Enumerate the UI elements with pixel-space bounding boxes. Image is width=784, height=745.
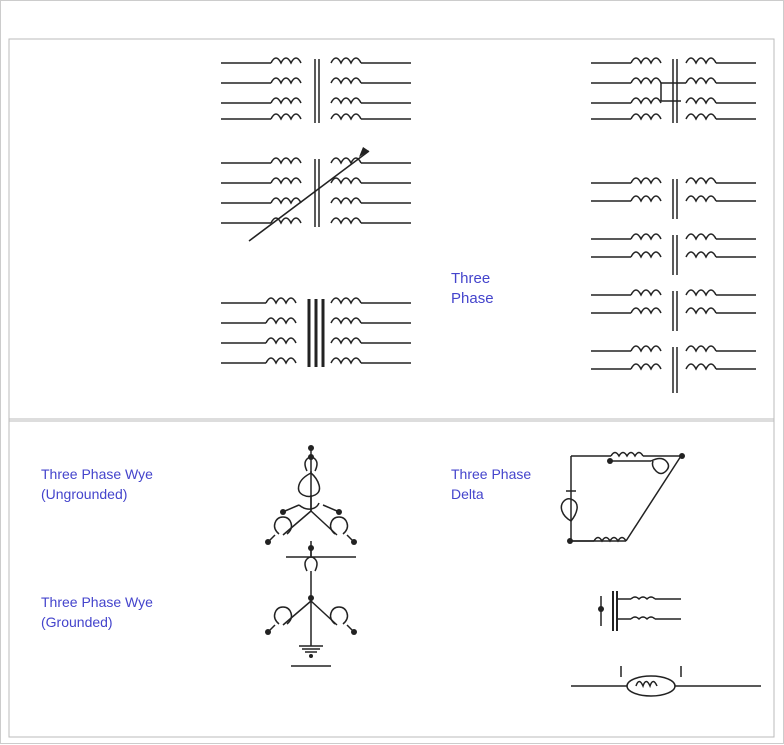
label-three-phase-wye-ug: Three Phase Wye(Ungrounded) xyxy=(41,465,153,504)
label-three-phase-delta: Three PhaseDelta xyxy=(451,465,531,504)
label-three-phase-wye-g: Three Phase Wye(Grounded) xyxy=(41,593,153,632)
label-three-phase: ThreePhase xyxy=(451,269,494,308)
page-title xyxy=(1,1,783,19)
main-drawing: .line { stroke: #222; stroke-width: 1.5;… xyxy=(1,1,784,745)
